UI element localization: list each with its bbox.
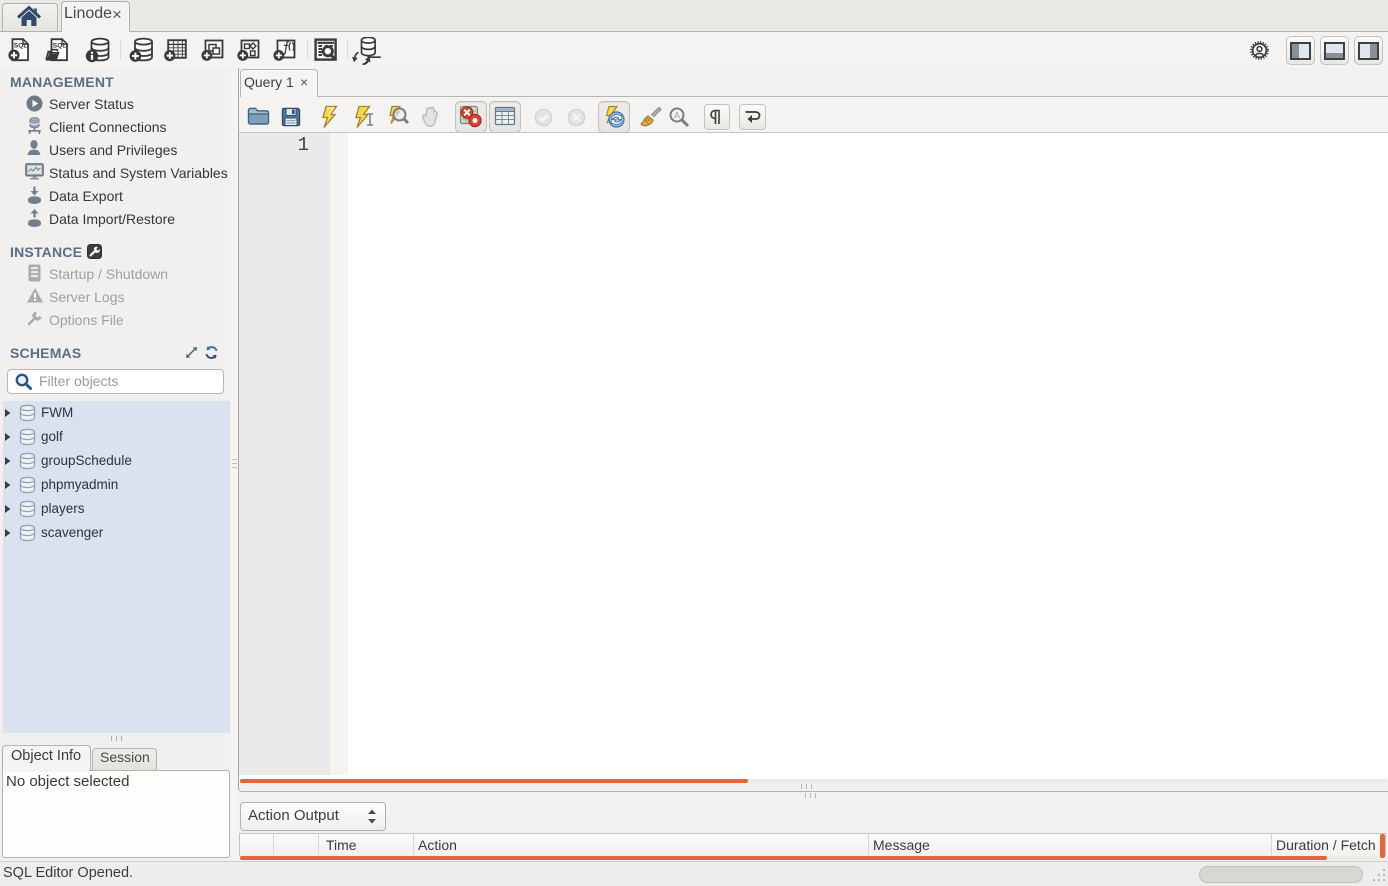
svg-text:SQL: SQL — [14, 43, 28, 50]
svg-text:SQL: SQL — [53, 43, 67, 50]
svg-text:A: A — [674, 111, 680, 121]
